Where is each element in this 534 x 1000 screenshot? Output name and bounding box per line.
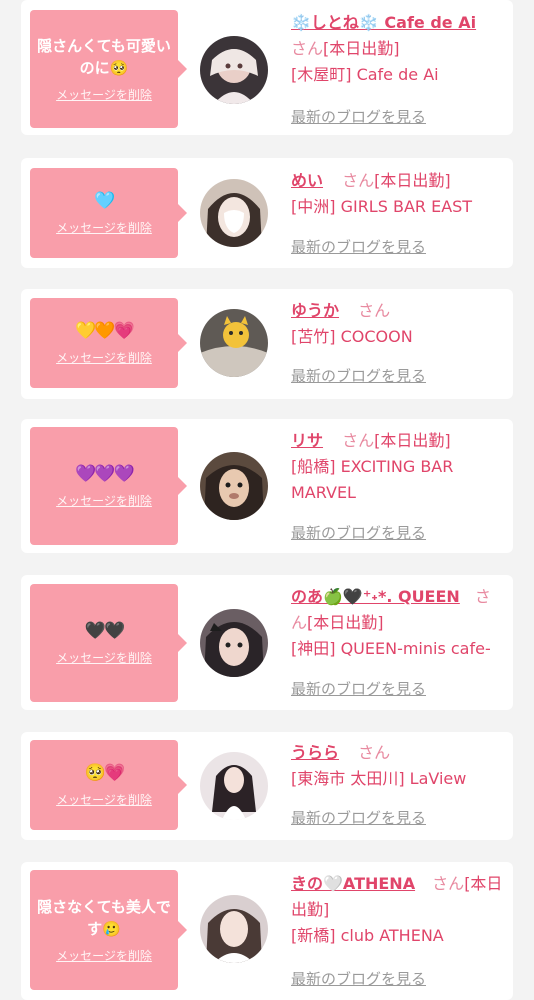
honorific: さん bbox=[432, 874, 465, 893]
message-bubble: 🥺💗 メッセージを削除 bbox=[30, 740, 187, 830]
status-text: [本日出勤] bbox=[374, 171, 451, 190]
cast-name-link[interactable]: リサ bbox=[291, 431, 323, 450]
message-text: 🖤🖤 bbox=[84, 621, 125, 641]
avatar-photo-icon bbox=[200, 895, 268, 963]
cast-name-link[interactable]: うらら bbox=[291, 743, 339, 762]
message-text: 💜💜💜 bbox=[75, 464, 134, 484]
cast-name-link[interactable]: ゆうか bbox=[291, 301, 339, 320]
message-bubble: 🩵 メッセージを削除 bbox=[30, 168, 187, 258]
view-blog-link[interactable]: 最新のブログを見る bbox=[291, 522, 426, 543]
view-blog-link[interactable]: 最新のブログを見る bbox=[291, 106, 426, 127]
status-text: [本日出勤] bbox=[323, 39, 400, 58]
shop-text: [東海市 太田川] LaView bbox=[291, 769, 467, 788]
avatar-photo-icon bbox=[200, 309, 268, 377]
avatar-photo-icon bbox=[200, 36, 268, 104]
cast-name-link[interactable]: のあ🍏🖤⁺˖*. QUEEN bbox=[291, 587, 460, 606]
view-blog-link[interactable]: 最新のブログを見る bbox=[291, 968, 426, 989]
honorific: さん bbox=[342, 431, 375, 450]
avatar[interactable] bbox=[200, 452, 268, 520]
avatar[interactable] bbox=[200, 36, 268, 104]
message-bubble: 🖤🖤 メッセージを削除 bbox=[30, 584, 187, 702]
message-card: 🩵 メッセージを削除 めい さん[本日出勤] [中洲] GIRLS BAR EA… bbox=[21, 158, 513, 268]
cast-info: のあ🍏🖤⁺˖*. QUEEN さん[本日出勤] [神田] QUEEN-minis… bbox=[291, 584, 503, 662]
message-bubble: 隠さなくても美人です🥲 メッセージを削除 bbox=[30, 870, 187, 990]
status-text: [本日出勤] bbox=[374, 431, 451, 450]
avatar-photo-icon bbox=[200, 452, 268, 520]
view-blog-link[interactable]: 最新のブログを見る bbox=[291, 365, 426, 386]
avatar[interactable] bbox=[200, 895, 268, 963]
shop-text: [木屋町] Cafe de Ai bbox=[291, 65, 439, 84]
shop-text: [新橋] club ATHENA bbox=[291, 926, 444, 945]
message-bubble: 隠さんくても可愛いのに🥺 メッセージを削除 bbox=[30, 10, 187, 128]
shop-text: [船橋] EXCITING BAR MARVEL bbox=[291, 457, 454, 502]
avatar[interactable] bbox=[200, 609, 268, 677]
message-text: 隠さんくても可愛いのに🥺 bbox=[37, 37, 171, 77]
delete-message-link[interactable]: メッセージを削除 bbox=[56, 87, 152, 103]
message-text: 隠さなくても美人です🥲 bbox=[37, 898, 171, 938]
delete-message-link[interactable]: メッセージを削除 bbox=[56, 493, 152, 509]
view-blog-link[interactable]: 最新のブログを見る bbox=[291, 236, 426, 257]
delete-message-link[interactable]: メッセージを削除 bbox=[56, 792, 152, 808]
cast-info: めい さん[本日出勤] [中洲] GIRLS BAR EAST bbox=[291, 168, 503, 220]
delete-message-link[interactable]: メッセージを削除 bbox=[56, 220, 152, 236]
honorific: さん bbox=[358, 301, 391, 320]
shop-text: [神田] QUEEN-minis cafe- bbox=[291, 639, 491, 658]
message-bubble: 💜💜💜 メッセージを削除 bbox=[30, 427, 187, 545]
message-card: 🥺💗 メッセージを削除 うらら さん [東海市 太田川] LaView 最新のブ… bbox=[21, 732, 513, 840]
message-card: 隠さんくても可愛いのに🥺 メッセージを削除 ❄️しとね❄️ Cafe de Ai… bbox=[21, 0, 513, 135]
status-text: [本日出勤] bbox=[307, 613, 384, 632]
avatar[interactable] bbox=[200, 179, 268, 247]
delete-message-link[interactable]: メッセージを削除 bbox=[56, 948, 152, 964]
view-blog-link[interactable]: 最新のブログを見る bbox=[291, 807, 426, 828]
avatar-photo-icon bbox=[200, 752, 268, 820]
message-card: 💜💜💜 メッセージを削除 リサ さん[本日出勤] [船橋] EXCITING B… bbox=[21, 419, 513, 553]
cast-info: うらら さん [東海市 太田川] LaView bbox=[291, 740, 503, 792]
honorific: さん bbox=[291, 39, 324, 58]
honorific: さん bbox=[342, 171, 375, 190]
message-text: 🩵 bbox=[94, 191, 115, 211]
delete-message-link[interactable]: メッセージを削除 bbox=[56, 350, 152, 366]
avatar[interactable] bbox=[200, 752, 268, 820]
avatar-photo-icon bbox=[200, 609, 268, 677]
message-card: 🖤🖤 メッセージを削除 のあ🍏🖤⁺˖*. QUEEN さん[本日出勤] [神田]… bbox=[21, 575, 513, 710]
cast-name-link[interactable]: めい bbox=[291, 171, 323, 190]
avatar[interactable] bbox=[200, 309, 268, 377]
delete-message-link[interactable]: メッセージを削除 bbox=[56, 650, 152, 666]
cast-name-link[interactable]: ❄️しとね❄️ Cafe de Ai bbox=[291, 13, 476, 32]
cast-info: きの🤍ATHENA さん[本日出勤] [新橋] club ATHENA bbox=[291, 871, 503, 949]
message-card: 💛🧡💗 メッセージを削除 ゆうか さん [苫竹] COCOON 最新のブログを見… bbox=[21, 289, 513, 399]
avatar-photo-icon bbox=[200, 179, 268, 247]
shop-text: [中洲] GIRLS BAR EAST bbox=[291, 197, 473, 216]
cast-name-link[interactable]: きの🤍ATHENA bbox=[291, 874, 415, 893]
message-bubble: 💛🧡💗 メッセージを削除 bbox=[30, 298, 187, 388]
message-text: 💛🧡💗 bbox=[75, 321, 134, 341]
message-card: 隠さなくても美人です🥲 メッセージを削除 きの🤍ATHENA さん[本日出勤] … bbox=[21, 862, 513, 1000]
honorific: さん bbox=[358, 743, 391, 762]
view-blog-link[interactable]: 最新のブログを見る bbox=[291, 678, 426, 699]
message-text: 🥺💗 bbox=[84, 763, 125, 783]
shop-text: [苫竹] COCOON bbox=[291, 327, 413, 346]
cast-info: ❄️しとね❄️ Cafe de Ai さん[本日出勤] [木屋町] Cafe d… bbox=[291, 10, 503, 88]
cast-info: ゆうか さん [苫竹] COCOON bbox=[291, 298, 503, 350]
cast-info: リサ さん[本日出勤] [船橋] EXCITING BAR MARVEL bbox=[291, 428, 503, 506]
